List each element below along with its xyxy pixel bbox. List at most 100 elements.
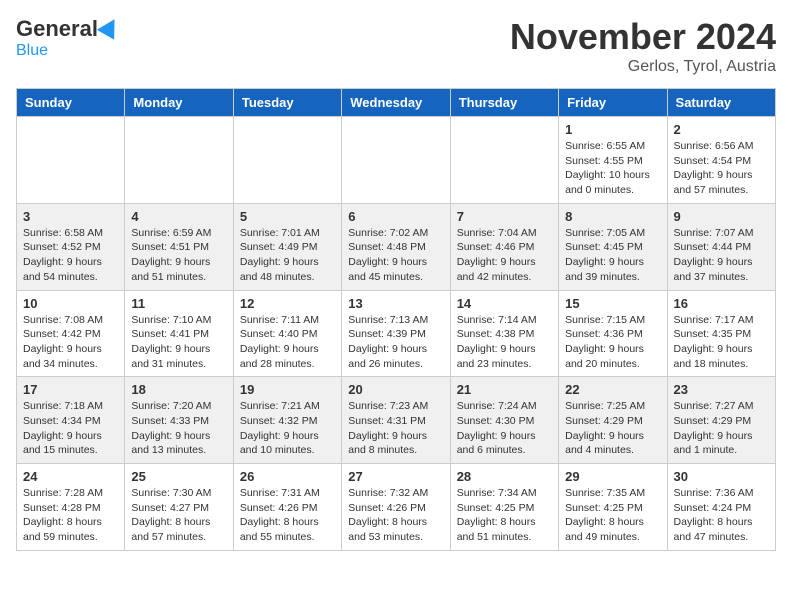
calendar-cell: 2 Sunrise: 6:56 AMSunset: 4:54 PMDaylight… <box>667 117 775 204</box>
logo: General Blue <box>16 16 120 60</box>
day-info: Sunrise: 6:56 AMSunset: 4:54 PMDaylight:… <box>674 139 769 198</box>
day-number: 1 <box>565 122 660 137</box>
calendar-cell: 8Sunrise: 7:05 AMSunset: 4:45 PMDaylight… <box>559 203 667 290</box>
weekday-header-row: SundayMondayTuesdayWednesdayThursdayFrid… <box>17 89 776 117</box>
weekday-header-friday: Friday <box>559 89 667 117</box>
calendar-cell: 6 Sunrise: 7:02 AMSunset: 4:48 PMDaylight… <box>342 203 450 290</box>
calendar-cell: 24Sunrise: 7:28 AMSunset: 4:28 PMDayligh… <box>17 464 125 551</box>
day-info: Sunrise: 7:24 AMSunset: 4:30 PMDaylight:… <box>457 399 552 458</box>
day-info: Sunrise: 6:59 AMSunset: 4:51 PMDaylight:… <box>131 226 226 285</box>
calendar-cell: 26 Sunrise: 7:31 AMSunset: 4:26 PMDayligh… <box>233 464 341 551</box>
calendar-cell <box>342 117 450 204</box>
day-info: Sunrise: 7:23 AMSunset: 4:31 PMDaylight:… <box>348 399 443 458</box>
day-info: Sunrise: 7:15 AMSunset: 4:36 PMDaylight:… <box>565 313 660 372</box>
day-info: Sunrise: 7:31 AMSunset: 4:26 PMDaylight:… <box>240 486 335 545</box>
day-info: Sunrise: 6:55 AMSunset: 4:55 PMDaylight:… <box>565 139 660 198</box>
calendar-week-row: 3Sunrise: 6:58 AMSunset: 4:52 PMDaylight… <box>17 203 776 290</box>
day-number: 26 <box>240 469 335 484</box>
calendar-cell: 1 Sunrise: 6:55 AMSunset: 4:55 PMDaylight… <box>559 117 667 204</box>
day-number: 9 <box>674 209 769 224</box>
day-info: Sunrise: 7:01 AMSunset: 4:49 PMDaylight:… <box>240 226 335 285</box>
day-info: Sunrise: 7:36 AMSunset: 4:24 PMDaylight:… <box>674 486 769 545</box>
weekday-header-monday: Monday <box>125 89 233 117</box>
day-info: Sunrise: 7:17 AMSunset: 4:35 PMDaylight:… <box>674 313 769 372</box>
calendar-cell: 27Sunrise: 7:32 AMSunset: 4:26 PMDayligh… <box>342 464 450 551</box>
calendar-cell: 14 Sunrise: 7:14 AMSunset: 4:38 PMDayligh… <box>450 290 558 377</box>
calendar-cell: 29 Sunrise: 7:35 AMSunset: 4:25 PMDayligh… <box>559 464 667 551</box>
calendar-cell: 17 Sunrise: 7:18 AMSunset: 4:34 PMDayligh… <box>17 377 125 464</box>
calendar-cell: 21 Sunrise: 7:24 AMSunset: 4:30 PMDayligh… <box>450 377 558 464</box>
day-number: 16 <box>674 296 769 311</box>
logo-general-text: General <box>16 16 98 42</box>
calendar-cell: 16 Sunrise: 7:17 AMSunset: 4:35 PMDayligh… <box>667 290 775 377</box>
day-info: Sunrise: 7:08 AMSunset: 4:42 PMDaylight:… <box>23 313 118 372</box>
day-number: 5 <box>240 209 335 224</box>
day-number: 14 <box>457 296 552 311</box>
calendar-cell: 15 Sunrise: 7:15 AMSunset: 4:36 PMDayligh… <box>559 290 667 377</box>
day-info: Sunrise: 6:58 AMSunset: 4:52 PMDaylight:… <box>23 226 118 285</box>
day-number: 18 <box>131 382 226 397</box>
weekday-header-thursday: Thursday <box>450 89 558 117</box>
calendar-cell <box>17 117 125 204</box>
calendar-cell: 5 Sunrise: 7:01 AMSunset: 4:49 PMDaylight… <box>233 203 341 290</box>
day-number: 12 <box>240 296 335 311</box>
day-info: Sunrise: 7:11 AMSunset: 4:40 PMDaylight:… <box>240 313 335 372</box>
day-number: 22 <box>565 382 660 397</box>
day-number: 11 <box>131 296 226 311</box>
calendar-cell: 25Sunrise: 7:30 AMSunset: 4:27 PMDayligh… <box>125 464 233 551</box>
logo-triangle-icon <box>97 14 123 40</box>
calendar-week-row: 17 Sunrise: 7:18 AMSunset: 4:34 PMDayligh… <box>17 377 776 464</box>
title-section: November 2024 Gerlos, Tyrol, Austria <box>510 16 776 76</box>
calendar-table: SundayMondayTuesdayWednesdayThursdayFrid… <box>16 88 776 551</box>
calendar-cell: 7 Sunrise: 7:04 AMSunset: 4:46 PMDaylight… <box>450 203 558 290</box>
day-number: 2 <box>674 122 769 137</box>
day-number: 29 <box>565 469 660 484</box>
weekday-header-sunday: Sunday <box>17 89 125 117</box>
calendar-cell: 19 Sunrise: 7:21 AMSunset: 4:32 PMDayligh… <box>233 377 341 464</box>
month-title: November 2024 <box>510 16 776 58</box>
day-number: 13 <box>348 296 443 311</box>
calendar-cell: 4Sunrise: 6:59 AMSunset: 4:51 PMDaylight… <box>125 203 233 290</box>
logo-blue-text: Blue <box>16 42 48 60</box>
day-info: Sunrise: 7:35 AMSunset: 4:25 PMDaylight:… <box>565 486 660 545</box>
day-info: Sunrise: 7:25 AMSunset: 4:29 PMDaylight:… <box>565 399 660 458</box>
day-number: 20 <box>348 382 443 397</box>
calendar-cell: 20 Sunrise: 7:23 AMSunset: 4:31 PMDayligh… <box>342 377 450 464</box>
weekday-header-wednesday: Wednesday <box>342 89 450 117</box>
calendar-cell <box>233 117 341 204</box>
calendar-cell: 30 Sunrise: 7:36 AMSunset: 4:24 PMDayligh… <box>667 464 775 551</box>
day-number: 30 <box>674 469 769 484</box>
calendar-cell: 23Sunrise: 7:27 AMSunset: 4:29 PMDayligh… <box>667 377 775 464</box>
day-info: Sunrise: 7:05 AMSunset: 4:45 PMDaylight:… <box>565 226 660 285</box>
day-info: Sunrise: 7:20 AMSunset: 4:33 PMDaylight:… <box>131 399 226 458</box>
weekday-header-tuesday: Tuesday <box>233 89 341 117</box>
day-info: Sunrise: 7:02 AMSunset: 4:48 PMDaylight:… <box>348 226 443 285</box>
calendar-cell: 12 Sunrise: 7:11 AMSunset: 4:40 PMDayligh… <box>233 290 341 377</box>
calendar-week-row: 1 Sunrise: 6:55 AMSunset: 4:55 PMDaylight… <box>17 117 776 204</box>
calendar-cell: 22 Sunrise: 7:25 AMSunset: 4:29 PMDayligh… <box>559 377 667 464</box>
calendar-cell: 11 Sunrise: 7:10 AMSunset: 4:41 PMDayligh… <box>125 290 233 377</box>
day-number: 7 <box>457 209 552 224</box>
day-number: 10 <box>23 296 118 311</box>
calendar-cell: 3Sunrise: 6:58 AMSunset: 4:52 PMDaylight… <box>17 203 125 290</box>
day-info: Sunrise: 7:14 AMSunset: 4:38 PMDaylight:… <box>457 313 552 372</box>
day-number: 28 <box>457 469 552 484</box>
day-number: 15 <box>565 296 660 311</box>
day-info: Sunrise: 7:10 AMSunset: 4:41 PMDaylight:… <box>131 313 226 372</box>
calendar-week-row: 10 Sunrise: 7:08 AMSunset: 4:42 PMDayligh… <box>17 290 776 377</box>
calendar-cell: 9 Sunrise: 7:07 AMSunset: 4:44 PMDaylight… <box>667 203 775 290</box>
calendar-cell <box>450 117 558 204</box>
day-info: Sunrise: 7:07 AMSunset: 4:44 PMDaylight:… <box>674 226 769 285</box>
day-info: Sunrise: 7:21 AMSunset: 4:32 PMDaylight:… <box>240 399 335 458</box>
day-info: Sunrise: 7:13 AMSunset: 4:39 PMDaylight:… <box>348 313 443 372</box>
day-number: 21 <box>457 382 552 397</box>
day-info: Sunrise: 7:04 AMSunset: 4:46 PMDaylight:… <box>457 226 552 285</box>
day-number: 6 <box>348 209 443 224</box>
day-info: Sunrise: 7:34 AMSunset: 4:25 PMDaylight:… <box>457 486 552 545</box>
calendar-cell: 18 Sunrise: 7:20 AMSunset: 4:33 PMDayligh… <box>125 377 233 464</box>
day-number: 17 <box>23 382 118 397</box>
day-number: 27 <box>348 469 443 484</box>
calendar-cell: 13 Sunrise: 7:13 AMSunset: 4:39 PMDayligh… <box>342 290 450 377</box>
day-number: 19 <box>240 382 335 397</box>
day-info: Sunrise: 7:18 AMSunset: 4:34 PMDaylight:… <box>23 399 118 458</box>
